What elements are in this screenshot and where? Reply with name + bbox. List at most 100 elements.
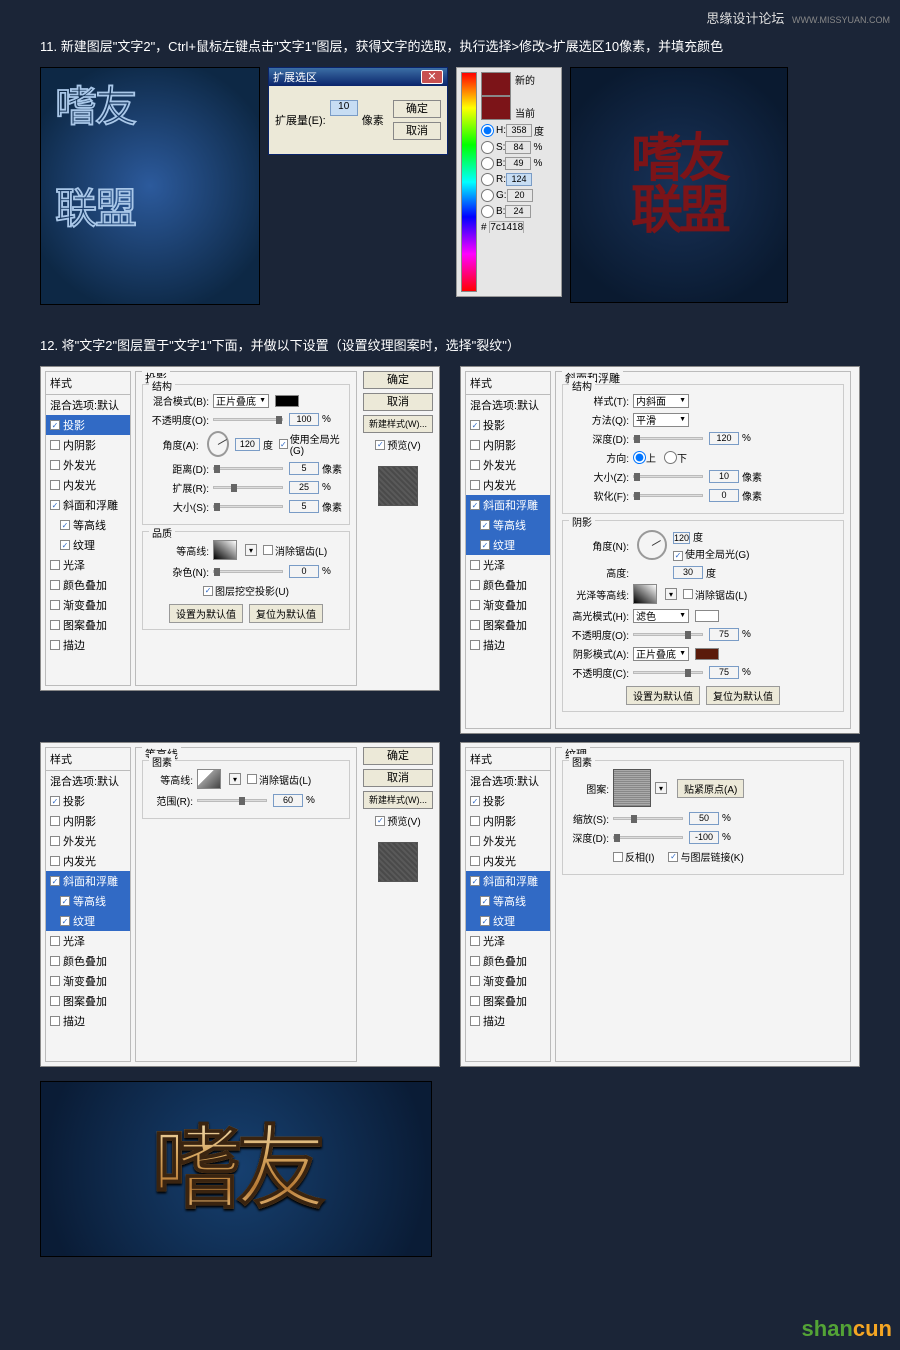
snap-origin-button[interactable]: 贴紧原点(A) [677,779,744,798]
style-list-item[interactable]: 内发光 [46,475,130,495]
style-checkbox[interactable] [470,836,480,846]
style-list-item[interactable]: 颜色叠加 [46,575,130,595]
style-list-item[interactable]: 光泽 [466,555,550,575]
distance-input[interactable]: 5 [289,462,319,475]
invert-check[interactable] [613,852,623,862]
style-list-item[interactable]: ✓纹理 [466,911,550,931]
bevel-technique-select[interactable]: 平滑 [633,413,689,427]
global-light-check[interactable]: ✓ [279,439,288,449]
style-checkbox[interactable] [50,480,60,490]
style-checkbox[interactable] [50,460,60,470]
style-checkbox[interactable] [50,996,60,1006]
style-checkbox[interactable]: ✓ [470,500,480,510]
color-component-radio[interactable] [481,205,494,218]
style-list-item[interactable]: 外发光 [466,455,550,475]
color-component-radio[interactable] [481,124,494,137]
style-list-item[interactable]: 内阴影 [466,435,550,455]
link-layer-check[interactable]: ✓ [668,852,678,862]
cancel-button[interactable]: 取消 [363,769,433,787]
component-value[interactable]: 84 [505,141,531,154]
style-list-item[interactable]: 内发光 [466,851,550,871]
size-slider[interactable] [213,505,283,508]
hex-input[interactable]: 7c1418 [489,221,524,233]
style-list-item[interactable]: ✓斜面和浮雕 [46,871,130,891]
style-checkbox[interactable]: ✓ [50,500,60,510]
gloss-contour[interactable] [633,584,657,604]
style-checkbox[interactable] [50,856,60,866]
hue-strip[interactable] [461,72,477,292]
style-list-item[interactable]: 外发光 [46,455,130,475]
style-list-item[interactable]: 描边 [46,1011,130,1031]
style-checkbox[interactable] [470,620,480,630]
set-default-button[interactable]: 设置为默认值 [169,604,243,623]
opacity-input[interactable]: 100 [289,413,319,426]
range-input[interactable]: 60 [273,794,303,807]
style-checkbox[interactable]: ✓ [480,520,490,530]
style-list-item[interactable]: ✓投影 [46,791,130,811]
component-value[interactable]: 358 [506,124,532,137]
style-checkbox[interactable]: ✓ [60,540,70,550]
style-checkbox[interactable] [470,640,480,650]
shadow-opacity-input[interactable]: 75 [709,666,739,679]
color-component-radio[interactable] [481,173,494,186]
new-style-button[interactable]: 新建样式(W)... [363,415,433,433]
component-value[interactable]: 124 [506,173,532,186]
style-list-item[interactable]: 颜色叠加 [46,951,130,971]
style-checkbox[interactable] [50,816,60,826]
shadow-color[interactable] [275,395,299,407]
style-list-item[interactable]: ✓投影 [466,791,550,811]
noise-input[interactable]: 0 [289,565,319,578]
style-list-item[interactable]: ✓投影 [466,415,550,435]
depth-input[interactable]: 120 [709,432,739,445]
style-list-item[interactable]: ✓投影 [46,415,130,435]
style-list-item[interactable]: 混合选项:默认 [466,395,550,415]
style-checkbox[interactable] [470,956,480,966]
style-list-item[interactable]: 颜色叠加 [466,951,550,971]
highlight-opacity-input[interactable]: 75 [709,628,739,641]
style-checkbox[interactable]: ✓ [480,916,490,926]
style-checkbox[interactable] [470,480,480,490]
style-checkbox[interactable] [470,856,480,866]
style-list-item[interactable]: ✓等高线 [466,515,550,535]
style-list-item[interactable]: ✓纹理 [46,911,130,931]
style-checkbox[interactable] [470,996,480,1006]
style-checkbox[interactable] [470,460,480,470]
style-checkbox[interactable]: ✓ [480,540,490,550]
style-list-item[interactable]: ✓纹理 [466,535,550,555]
soften-slider[interactable] [633,494,703,497]
style-checkbox[interactable] [50,1016,60,1026]
component-value[interactable]: 49 [505,157,531,170]
shadow-opacity-slider[interactable] [633,671,703,674]
style-checkbox[interactable]: ✓ [480,896,490,906]
cancel-button[interactable]: 取消 [363,393,433,411]
style-list-item[interactable]: 光泽 [46,555,130,575]
style-list-item[interactable]: 颜色叠加 [466,575,550,595]
ok-button[interactable]: 确定 [363,747,433,765]
ok-button[interactable]: 确定 [363,371,433,389]
style-checkbox[interactable]: ✓ [470,796,480,806]
style-list-item[interactable]: 内阴影 [46,811,130,831]
angle-input[interactable]: 120 [235,438,260,451]
knockout-check[interactable]: ✓ [203,586,213,596]
style-checkbox[interactable] [470,440,480,450]
soften-input[interactable]: 0 [709,489,739,502]
style-checkbox[interactable]: ✓ [60,520,70,530]
shadow-color[interactable] [695,648,719,660]
anti-alias-check[interactable] [263,545,273,555]
range-slider[interactable] [197,799,267,802]
depth-slider[interactable] [633,437,703,440]
style-list-item[interactable]: 描边 [46,635,130,655]
scale-slider[interactable] [613,817,683,820]
style-checkbox[interactable] [50,956,60,966]
style-checkbox[interactable] [50,936,60,946]
style-list-item[interactable]: 渐变叠加 [466,971,550,991]
color-component-radio[interactable] [481,141,494,154]
style-list-item[interactable]: 渐变叠加 [466,595,550,615]
cancel-button[interactable]: 取消 [393,122,441,140]
style-checkbox[interactable] [470,816,480,826]
style-list-item[interactable]: 外发光 [46,831,130,851]
style-checkbox[interactable] [470,1016,480,1026]
chevron-down-icon[interactable]: ▾ [665,588,677,600]
new-style-button[interactable]: 新建样式(W)... [363,791,433,809]
style-checkbox[interactable] [50,440,60,450]
